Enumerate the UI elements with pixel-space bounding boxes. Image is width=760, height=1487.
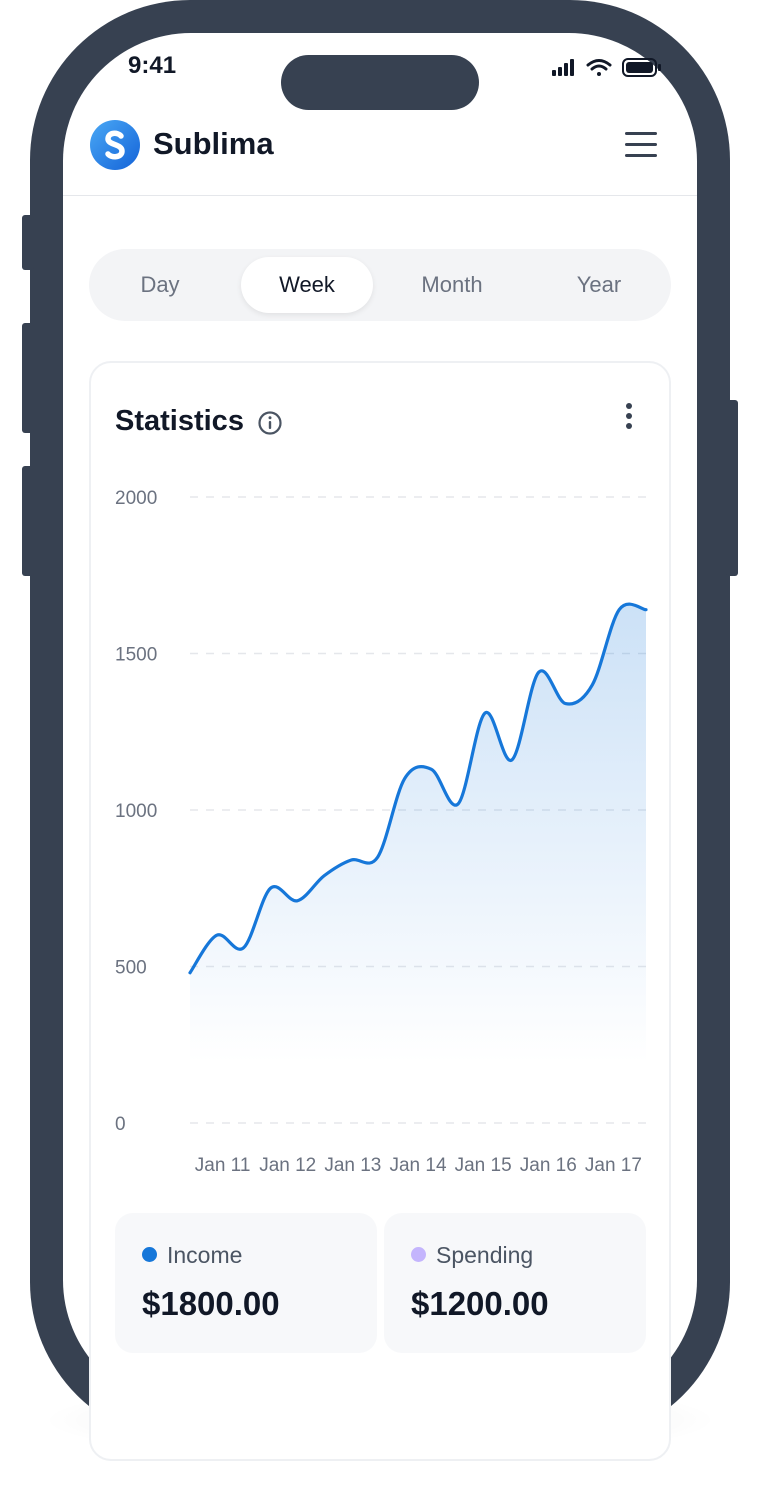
income-dot [142, 1247, 157, 1262]
more-options-icon[interactable] [616, 400, 642, 432]
x-tick-label: Jan 13 [324, 1155, 381, 1176]
tab-month[interactable]: Month [387, 257, 517, 313]
app-header: Sublima [63, 110, 697, 196]
spending-value: $1200.00 [411, 1285, 549, 1322]
x-tick-label: Jan 17 [585, 1155, 642, 1176]
hamburger-menu-button[interactable] [623, 130, 659, 160]
spending-summary: Spending $1200.00 [384, 1213, 646, 1353]
x-tick-label: Jan 15 [455, 1155, 512, 1176]
phone-button-power [726, 400, 738, 576]
dynamic-island [281, 55, 479, 110]
menu-line-icon [625, 154, 657, 157]
y-tick-label: 1000 [115, 801, 157, 822]
x-tick-label: Jan 11 [195, 1155, 251, 1176]
income-label: Income [167, 1242, 243, 1268]
spending-dot [411, 1247, 426, 1262]
spending-label: Spending [436, 1242, 534, 1268]
status-time: 9:41 [128, 52, 177, 79]
y-tick-label: 1500 [115, 645, 157, 666]
income-value: $1800.00 [142, 1285, 280, 1322]
wifi-icon [586, 59, 612, 76]
y-tick-label: 0 [115, 1114, 126, 1135]
tab-year[interactable]: Year [535, 257, 663, 313]
info-icon[interactable] [257, 410, 283, 436]
x-tick-label: Jan 14 [389, 1155, 446, 1176]
tab-day[interactable]: Day [97, 257, 223, 313]
menu-line-icon [625, 132, 657, 135]
menu-line-icon [625, 143, 657, 146]
statistics-chart: 2000 1500 1000 500 0 Jan 11 Jan 12 Jan 13 Jan 14… [115, 488, 648, 1176]
status-icons [552, 57, 662, 79]
income-area [190, 604, 646, 1063]
statistics-title: Statistics [115, 405, 244, 437]
cellular-signal-icon [552, 59, 574, 76]
x-tick-label: Jan 16 [520, 1155, 577, 1176]
phone-button-volume-up [22, 323, 34, 433]
tab-week[interactable]: Week [241, 257, 373, 313]
battery-icon [622, 58, 661, 77]
x-tick-label: Jan 12 [259, 1155, 316, 1176]
income-summary: Income $1800.00 [115, 1213, 377, 1353]
y-tick-label: 500 [115, 958, 147, 979]
sublima-logo-icon [90, 120, 140, 170]
phone-button-volume-down [22, 466, 34, 576]
y-tick-label: 2000 [115, 488, 157, 509]
app-name: Sublima [153, 126, 274, 161]
phone-button-action [22, 215, 34, 270]
period-tabs: Day Week Month Year [89, 249, 671, 321]
